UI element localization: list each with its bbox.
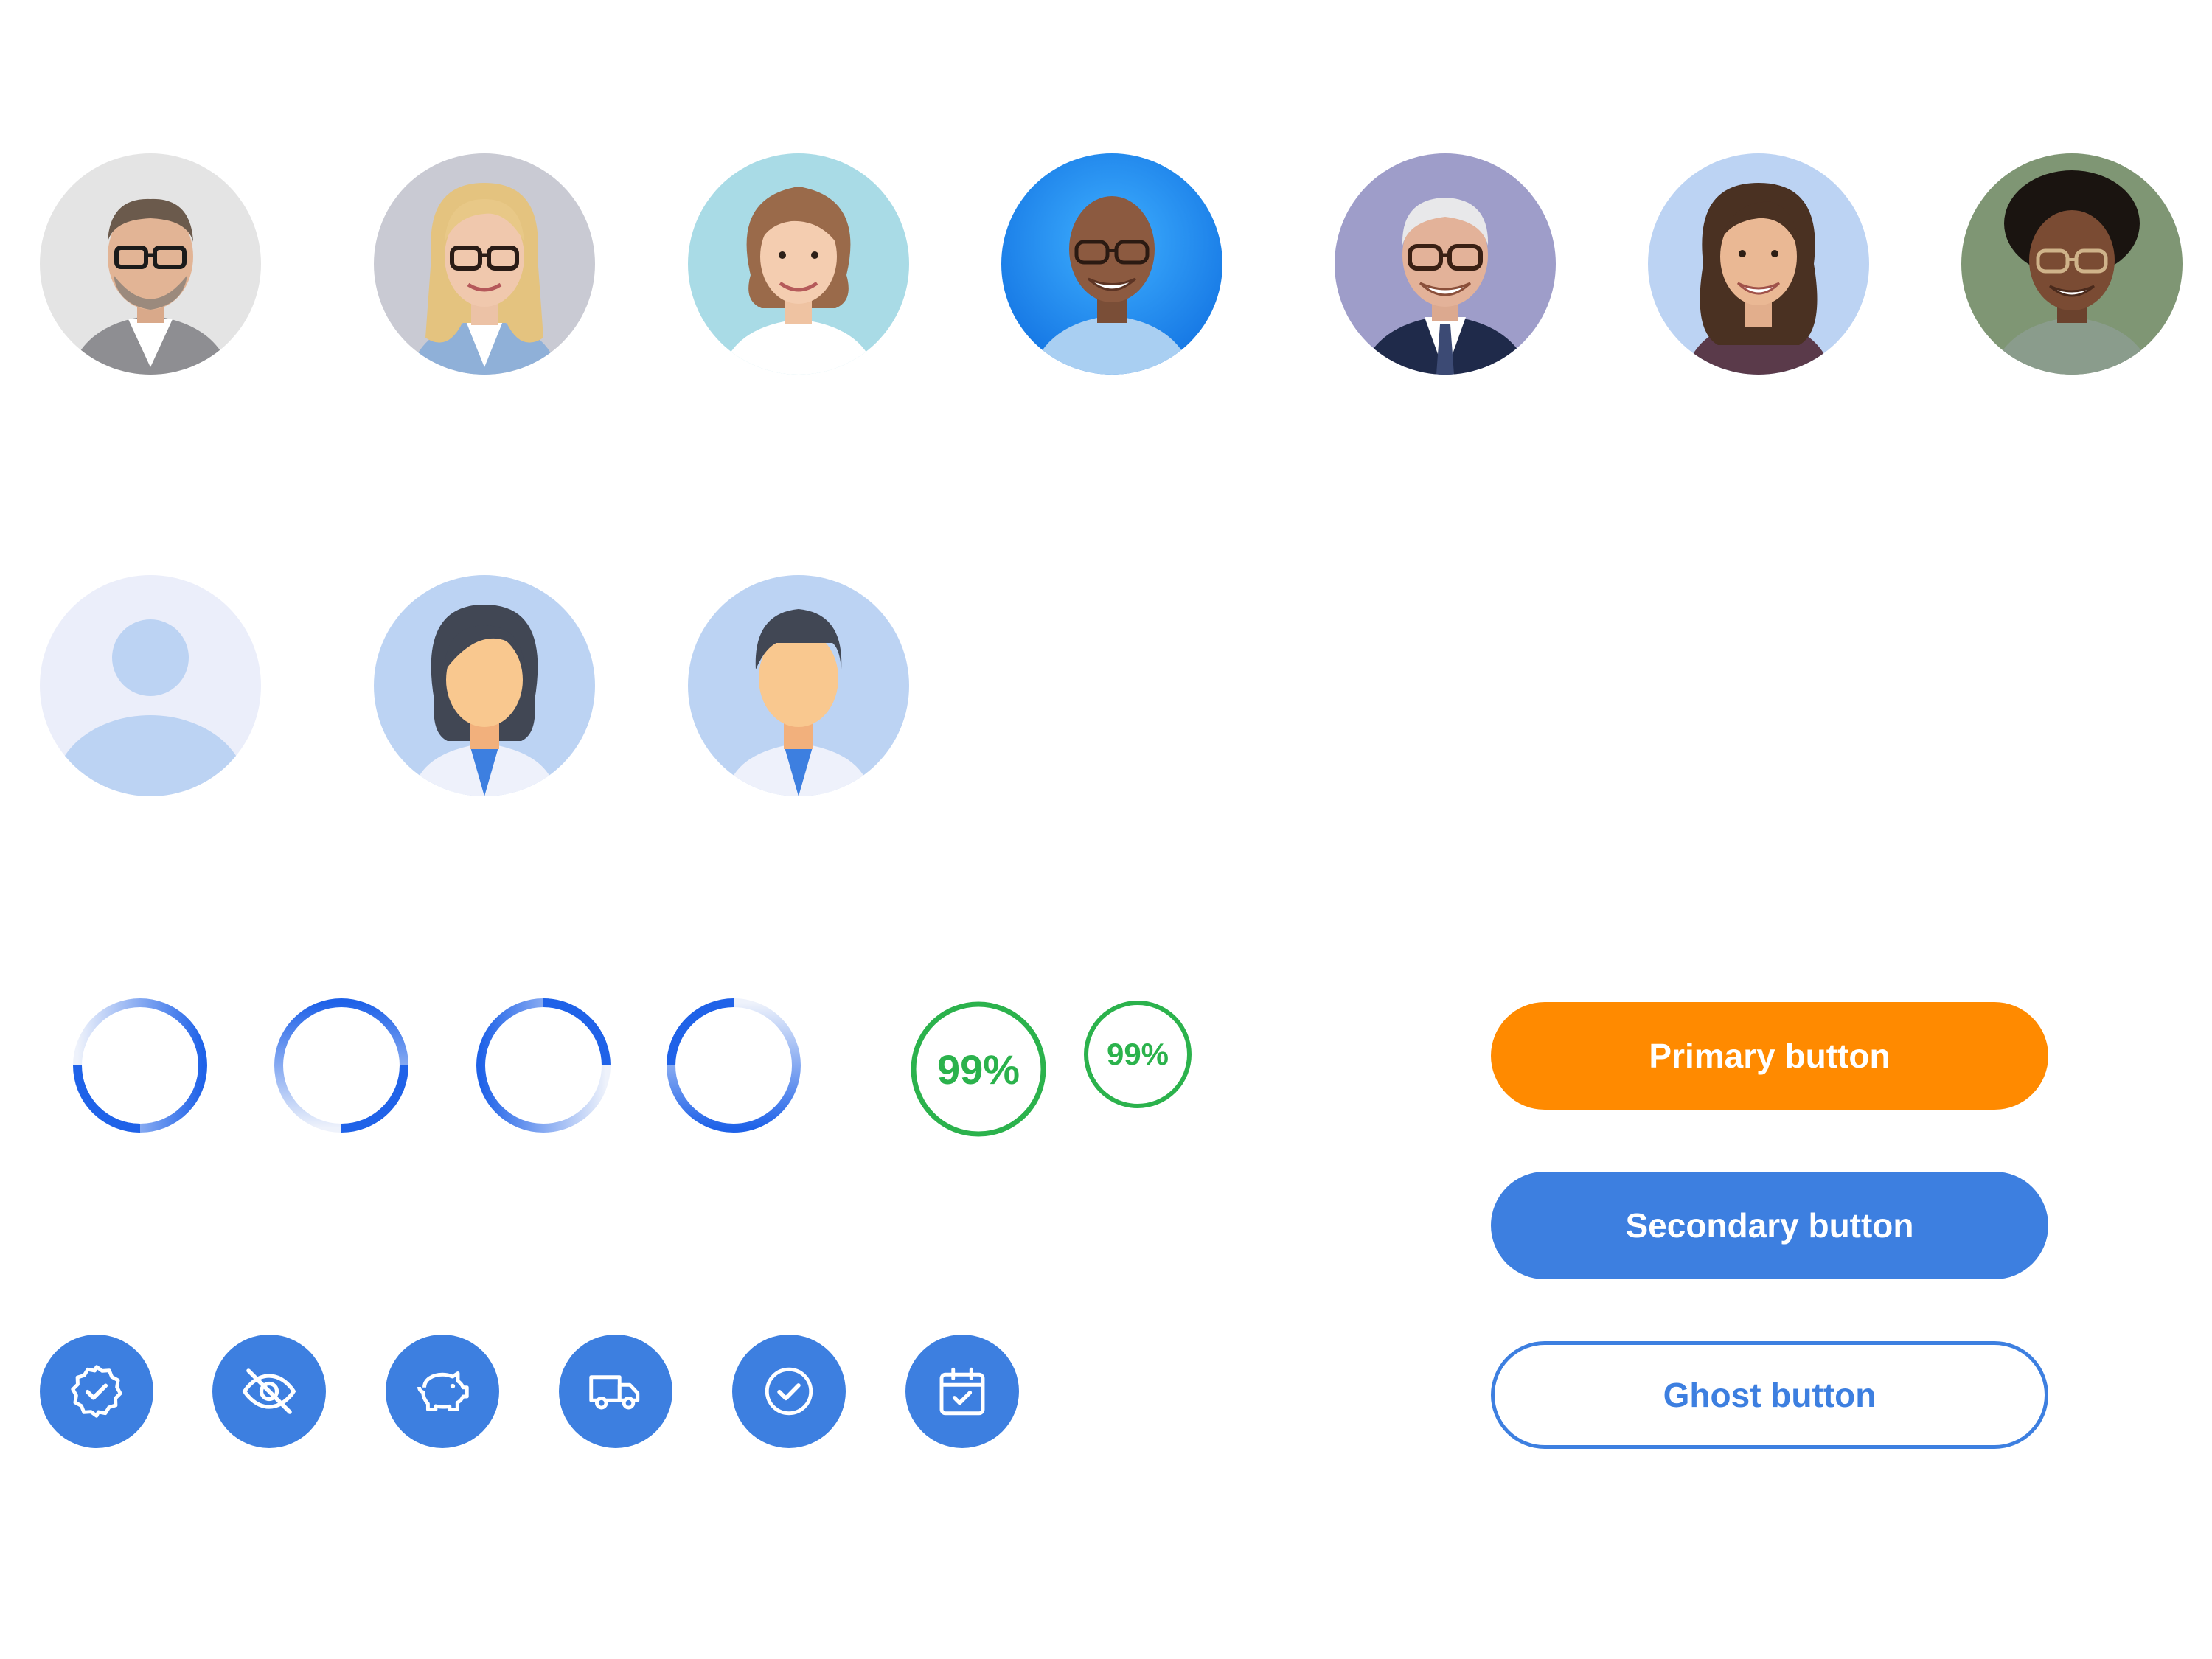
hide-button[interactable] [212, 1335, 326, 1448]
loading-spinner-3 [476, 998, 611, 1133]
loading-spinner-2 [274, 998, 408, 1133]
eye-off-icon [242, 1368, 296, 1414]
progress-label-large: 99% [936, 1046, 1020, 1093]
primary-button[interactable]: Primary button [1491, 1002, 2048, 1110]
savings-button[interactable] [386, 1335, 499, 1448]
verified-badge-icon [71, 1365, 122, 1418]
secondary-button[interactable]: Secondary button [1491, 1172, 2048, 1279]
progress-label-small: 99% [1106, 1037, 1169, 1071]
ghost-button[interactable]: Ghost button [1491, 1341, 2048, 1449]
male-doctor-avatar-icon [688, 575, 909, 796]
progress-ring-large: 99% [908, 999, 1048, 1139]
confirm-button[interactable] [732, 1335, 846, 1448]
calendar-check-icon [939, 1367, 985, 1416]
photo-avatar-woman-short-hair [688, 153, 909, 375]
piggy-bank-icon [417, 1371, 469, 1411]
female-doctor-avatar-icon [374, 575, 595, 796]
photo-avatar-woman-afro-glasses [1961, 153, 2183, 375]
loading-spinner-4 [667, 998, 801, 1133]
photo-avatar-man-glasses-gray-suit [40, 153, 261, 375]
photo-avatar-blonde-woman-glasses [374, 153, 595, 375]
check-circle-icon [765, 1367, 813, 1416]
default-user-avatar-icon [40, 575, 261, 796]
schedule-button[interactable] [905, 1335, 1019, 1448]
progress-ring-small: 99% [1082, 999, 1193, 1110]
verified-badge-button[interactable] [40, 1335, 153, 1448]
photo-avatar-older-man-suit [1335, 153, 1556, 375]
delivery-truck-icon [589, 1375, 640, 1410]
delivery-button[interactable] [559, 1335, 672, 1448]
loading-spinner-1 [73, 998, 207, 1133]
photo-avatar-bald-man-glasses [1001, 153, 1222, 375]
photo-avatar-woman-curly-hair [1648, 153, 1869, 375]
